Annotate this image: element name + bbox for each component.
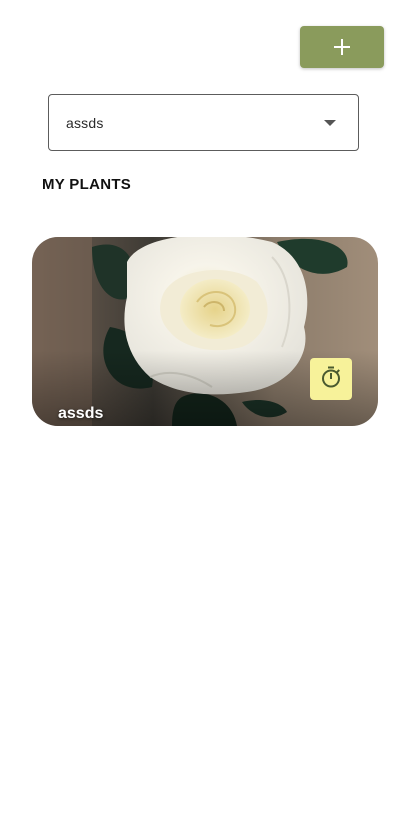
stopwatch-icon	[319, 365, 343, 394]
watering-timer-button[interactable]	[310, 358, 352, 400]
chevron-down-icon[interactable]	[324, 119, 336, 126]
plant-name: assds	[58, 405, 104, 422]
plus-icon	[333, 38, 351, 56]
plant-select-value: assds	[66, 114, 104, 131]
plant-select-dropdown[interactable]: assds	[48, 94, 359, 151]
app-screen: assds MY PLANTS assds	[0, 0, 411, 815]
plant-card[interactable]: assds	[32, 237, 378, 426]
section-title: MY PLANTS	[42, 176, 132, 193]
add-plant-button[interactable]	[300, 26, 384, 68]
